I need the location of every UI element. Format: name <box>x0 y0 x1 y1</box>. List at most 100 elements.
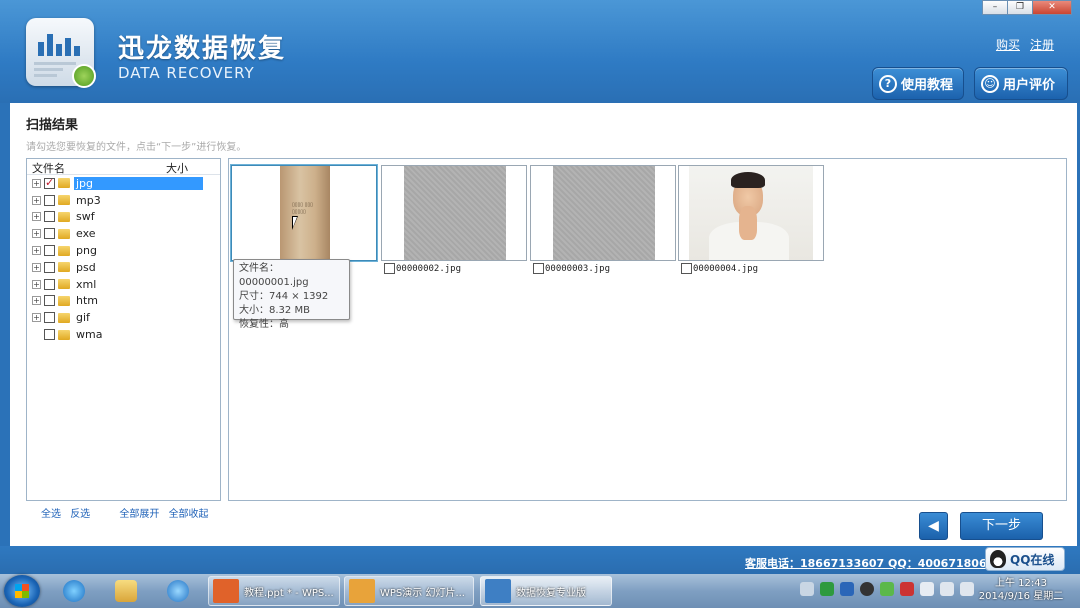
register-link[interactable]: 注册 <box>1030 36 1054 53</box>
tree-item-htm[interactable]: + htm <box>27 293 220 310</box>
expand-icon[interactable]: + <box>32 262 41 272</box>
tree-item-wma[interactable]: wma <box>27 326 220 343</box>
file-name: 00000002.jpg <box>396 263 462 274</box>
column-filename[interactable]: 文件名 <box>32 160 65 176</box>
tree-checkbox[interactable] <box>44 228 55 240</box>
expand-icon[interactable]: + <box>32 229 41 239</box>
tree-checkbox[interactable] <box>44 312 55 324</box>
explorer-icon[interactable] <box>102 576 150 606</box>
tree-item-jpg[interactable]: + jpg <box>27 175 220 192</box>
display-icon[interactable] <box>960 582 974 596</box>
tree-checkbox[interactable] <box>44 278 55 290</box>
taskbar-item-wps-ppt[interactable]: 教程.ppt * - WPS... <box>208 576 340 606</box>
close-button[interactable]: ✕ <box>1032 0 1072 15</box>
expand-icon[interactable]: + <box>32 279 41 289</box>
thumbnail-image <box>404 166 506 260</box>
keyboard-icon[interactable] <box>800 582 814 596</box>
file-checkbox[interactable] <box>681 263 692 274</box>
thumbnail-00000001[interactable]: ▯▯▯▯ ▯▯▯ ▯▯▯▯▯ <box>231 165 377 261</box>
window-controls: – ❐ ✕ <box>982 0 1072 15</box>
security-icon[interactable] <box>880 582 894 596</box>
qq-tray-icon[interactable] <box>860 582 874 596</box>
antivirus-icon[interactable] <box>820 582 834 596</box>
tutorial-button[interactable]: ? 使用教程 <box>872 67 964 100</box>
thumbnail-grid: ▯▯▯▯ ▯▯▯ ▯▯▯▯▯ 00000002.jpg 00000003.jpg <box>228 158 1067 501</box>
taskbar-item-label: 数据恢复专业版 <box>516 587 586 599</box>
file-checkbox[interactable] <box>384 263 395 274</box>
tree-item-label: exe <box>76 227 96 241</box>
invert-selection-link[interactable]: 反选 <box>70 509 90 520</box>
tree-item-exe[interactable]: + exe <box>27 225 220 242</box>
file-name: 00000004.jpg <box>693 263 759 274</box>
qq-online-button[interactable]: QQ在线 <box>985 547 1065 571</box>
tree-item-swf[interactable]: + swf <box>27 209 220 226</box>
tree-item-gif[interactable]: + gif <box>27 309 220 326</box>
tree-checkbox[interactable] <box>44 245 55 257</box>
thumbnail-caption: 00000002.jpg <box>384 263 461 274</box>
tree-item-label: htm <box>76 294 98 308</box>
system-clock[interactable]: 上午 12:43 2014/9/16 星期二 <box>976 577 1066 603</box>
network-icon[interactable] <box>940 582 954 596</box>
tutorial-button-label: 使用教程 <box>901 78 954 93</box>
review-button[interactable]: ☺ 用户评价 <box>974 67 1068 100</box>
tree-item-mp3[interactable]: + mp3 <box>27 192 220 209</box>
restore-button[interactable]: ❐ <box>1007 0 1033 15</box>
folder-icon <box>58 211 70 222</box>
buy-link[interactable]: 购买 <box>996 36 1020 53</box>
start-button[interactable] <box>4 575 40 607</box>
next-step-button[interactable]: 下一步 <box>960 512 1043 540</box>
folder-icon <box>58 312 70 323</box>
column-size[interactable]: 大小 <box>166 160 188 176</box>
expand-icon[interactable]: + <box>32 178 41 188</box>
tree-item-xml[interactable]: + xml <box>27 276 220 293</box>
media-player-icon[interactable] <box>154 576 202 606</box>
taskbar-item-wps-slideshow[interactable]: WPS演示 幻灯片... <box>344 576 474 606</box>
expand-icon[interactable]: + <box>32 313 41 323</box>
thumbnail-00000002[interactable] <box>381 165 527 261</box>
thumbnail-image <box>689 166 813 260</box>
ie-icon[interactable] <box>50 576 98 606</box>
file-checkbox[interactable] <box>533 263 544 274</box>
tree-checkbox[interactable] <box>44 261 55 273</box>
folder-icon <box>58 262 70 273</box>
volume-icon[interactable] <box>920 582 934 596</box>
thumbnail-00000004[interactable] <box>678 165 824 261</box>
page-title: 扫描结果 <box>26 118 79 133</box>
expand-icon[interactable]: + <box>32 195 41 205</box>
support-hotline[interactable]: 客服电话：18667133607 QQ：4006718068 <box>745 555 994 571</box>
speaker-muted-icon[interactable] <box>900 582 914 596</box>
app-logo <box>26 18 96 88</box>
collapse-all-link[interactable]: 全部收起 <box>169 509 209 520</box>
tree-item-label: swf <box>76 210 95 224</box>
taskbar-item-data-recovery[interactable]: 数据恢复专业版 <box>480 576 612 606</box>
expand-all-link[interactable]: 全部展开 <box>119 509 159 520</box>
expand-icon <box>32 330 41 340</box>
expand-icon[interactable]: + <box>32 212 41 222</box>
minimize-button[interactable]: – <box>982 0 1008 15</box>
thumbnail-caption: 00000003.jpg <box>533 263 610 274</box>
wps-slideshow-icon <box>349 579 375 603</box>
tree-item-psd[interactable]: + psd <box>27 259 220 276</box>
tree-checkbox[interactable] <box>44 194 55 206</box>
header-links: 购买 注册 <box>996 36 1054 53</box>
review-button-label: 用户评价 <box>1003 78 1056 93</box>
tree-checkbox[interactable] <box>44 295 55 307</box>
tree-checkbox[interactable] <box>44 211 55 223</box>
app-subtitle: DATA RECOVERY <box>118 64 255 82</box>
clock-time: 上午 12:43 <box>995 578 1047 589</box>
tooltip-filename: 文件名：00000001.jpg <box>239 263 309 288</box>
tree-item-png[interactable]: + png <box>27 242 220 259</box>
taskbar-item-label: 教程.ppt * - WPS... <box>244 587 334 599</box>
shield-icon[interactable] <box>840 582 854 596</box>
data-recovery-icon <box>485 579 511 603</box>
taskbar-item-label: WPS演示 幻灯片... <box>380 587 465 599</box>
expand-icon[interactable]: + <box>32 246 41 256</box>
tree-checkbox[interactable] <box>44 176 55 189</box>
previous-step-button[interactable]: ◀ <box>919 512 948 540</box>
expand-icon[interactable]: + <box>32 296 41 306</box>
file-type-tree: 文件名 大小 +jpg+mp3+swf+exe+png+psd+xml+htm+… <box>26 158 221 501</box>
select-all-link[interactable]: 全选 <box>41 509 61 520</box>
app-title: 迅龙数据恢复 <box>118 34 287 64</box>
tree-checkbox[interactable] <box>44 329 55 341</box>
thumbnail-00000003[interactable] <box>530 165 676 261</box>
